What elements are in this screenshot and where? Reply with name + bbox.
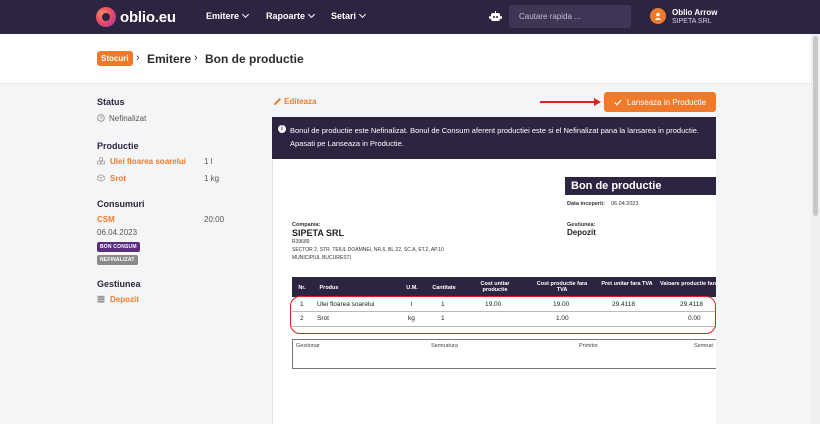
productie-title: Productie: [97, 141, 139, 151]
col-valoare: Valoare productie fara TVA: [660, 281, 716, 287]
col-cost-unitar: Cost unitar productie: [480, 281, 510, 293]
nav-menu-rapoarte[interactable]: Rapoarte: [266, 10, 316, 21]
assistant-robot-icon[interactable]: [489, 11, 502, 22]
info-alert: i Bonul de productie este Nefinalizat. B…: [272, 117, 716, 159]
launch-production-button[interactable]: Lanseaza in Productie: [604, 92, 716, 112]
quick-search-input[interactable]: [509, 5, 631, 28]
user-company: SIPETA SRL: [672, 18, 712, 25]
nefinalizat-badge: NEFINALIZAT: [97, 255, 138, 265]
bon-consum-badge: BON CONSUM: [97, 242, 140, 252]
company-address: SECTOR 2, STR. TEIUL DOAMNEI, NR.6, BL.2…: [292, 247, 444, 253]
col-pret-unitar: Pret unitar fara TVA: [601, 281, 653, 287]
logo-icon: [96, 7, 116, 27]
status-value: Nefinalizat: [109, 114, 147, 123]
scrollbar-thumb[interactable]: [813, 36, 818, 216]
company-code: R39689: [292, 239, 310, 245]
edit-label: Editeaza: [284, 97, 317, 106]
consumuri-title: Consumuri: [97, 199, 145, 209]
top-navbar: oblio.eu Emitere Rapoarte Setari Oblio A…: [0, 0, 820, 34]
nav-menu-label: Emitere: [206, 11, 240, 21]
user-name[interactable]: Oblio Arrow: [672, 8, 717, 17]
breadcrumb: Stocuri › Emitere › Bon de productie: [0, 34, 820, 84]
nav-menu-emitere[interactable]: Emitere: [206, 10, 250, 21]
logo-text: oblio.eu: [120, 8, 176, 26]
col-cantitate: Cantitate: [432, 285, 456, 291]
breadcrumb-stocuri-badge[interactable]: Stocuri: [97, 51, 133, 66]
chevron-down-icon: [241, 10, 250, 19]
company-name: SIPETA SRL: [292, 228, 345, 238]
chevron-down-icon: [307, 10, 316, 19]
nav-menu-label: Setari: [331, 11, 357, 21]
oblio-logo[interactable]: oblio.eu: [96, 7, 176, 27]
col-cost-productie: Cost productie fara TVA: [536, 281, 588, 293]
annotation-arrow: [540, 101, 598, 103]
user-icon: [654, 12, 662, 20]
date-label: Data inceperii:: [567, 201, 605, 207]
clock-icon: [97, 114, 105, 122]
breadcrumb-separator: ›: [194, 52, 198, 64]
breadcrumb-separator: ›: [136, 52, 140, 64]
sign-primitor: Primitor: [579, 343, 598, 349]
nav-menu-setari[interactable]: Setari: [331, 10, 367, 21]
products-icon: [97, 157, 105, 165]
page-title: Bon de productie: [205, 52, 304, 66]
info-text: Bonul de productie este Nefinalizat. Bon…: [290, 126, 699, 148]
chevron-down-icon: [358, 10, 367, 19]
consum-link[interactable]: CSM: [97, 215, 115, 224]
col-nr: Nr.: [298, 285, 306, 291]
sign-gestionar: Gestionar: [296, 343, 320, 349]
status-title: Status: [97, 97, 125, 107]
gestiunea-depozit-link[interactable]: Depozit: [110, 295, 139, 304]
annotation-arrow-head: [594, 98, 601, 106]
signature-box: [292, 339, 716, 369]
consum-time: 20:00: [204, 215, 225, 224]
pencil-icon: [274, 98, 281, 105]
user-avatar[interactable]: [650, 8, 666, 24]
productie-item-qty: 1 l: [204, 157, 213, 166]
nav-menu-label: Rapoarte: [266, 11, 306, 21]
sign-semnat: Semnat: [694, 343, 713, 349]
warehouse-icon: [97, 295, 105, 303]
col-um: U.M.: [406, 285, 418, 291]
annotation-highlight-oval: [290, 296, 716, 334]
check-icon: [614, 99, 622, 106]
date-value: 06.04.2023: [611, 201, 639, 207]
gestiunea-title: Gestiunea: [97, 279, 141, 289]
breadcrumb-emitere[interactable]: Emitere: [147, 52, 191, 66]
productie-item-qty: 1 kg: [204, 174, 220, 183]
company-city: MUNICIPIUL BUCURESTI: [292, 255, 351, 261]
document-title: Bon de productie: [565, 177, 716, 195]
gestiunea-value: Depozit: [567, 228, 596, 237]
col-produs: Produs: [319, 285, 339, 291]
box-icon: [97, 174, 105, 182]
productie-item-srot[interactable]: Srot: [110, 174, 126, 183]
info-icon: i: [278, 125, 286, 133]
consum-date: 06.04.2023: [97, 228, 138, 237]
launch-label: Lanseaza in Productie: [626, 97, 707, 107]
sign-semnatura: Semnatura: [431, 343, 458, 349]
edit-button[interactable]: Editeaza: [273, 97, 316, 106]
productie-item-ulei[interactable]: Ulei floarea soarelui: [110, 157, 186, 166]
